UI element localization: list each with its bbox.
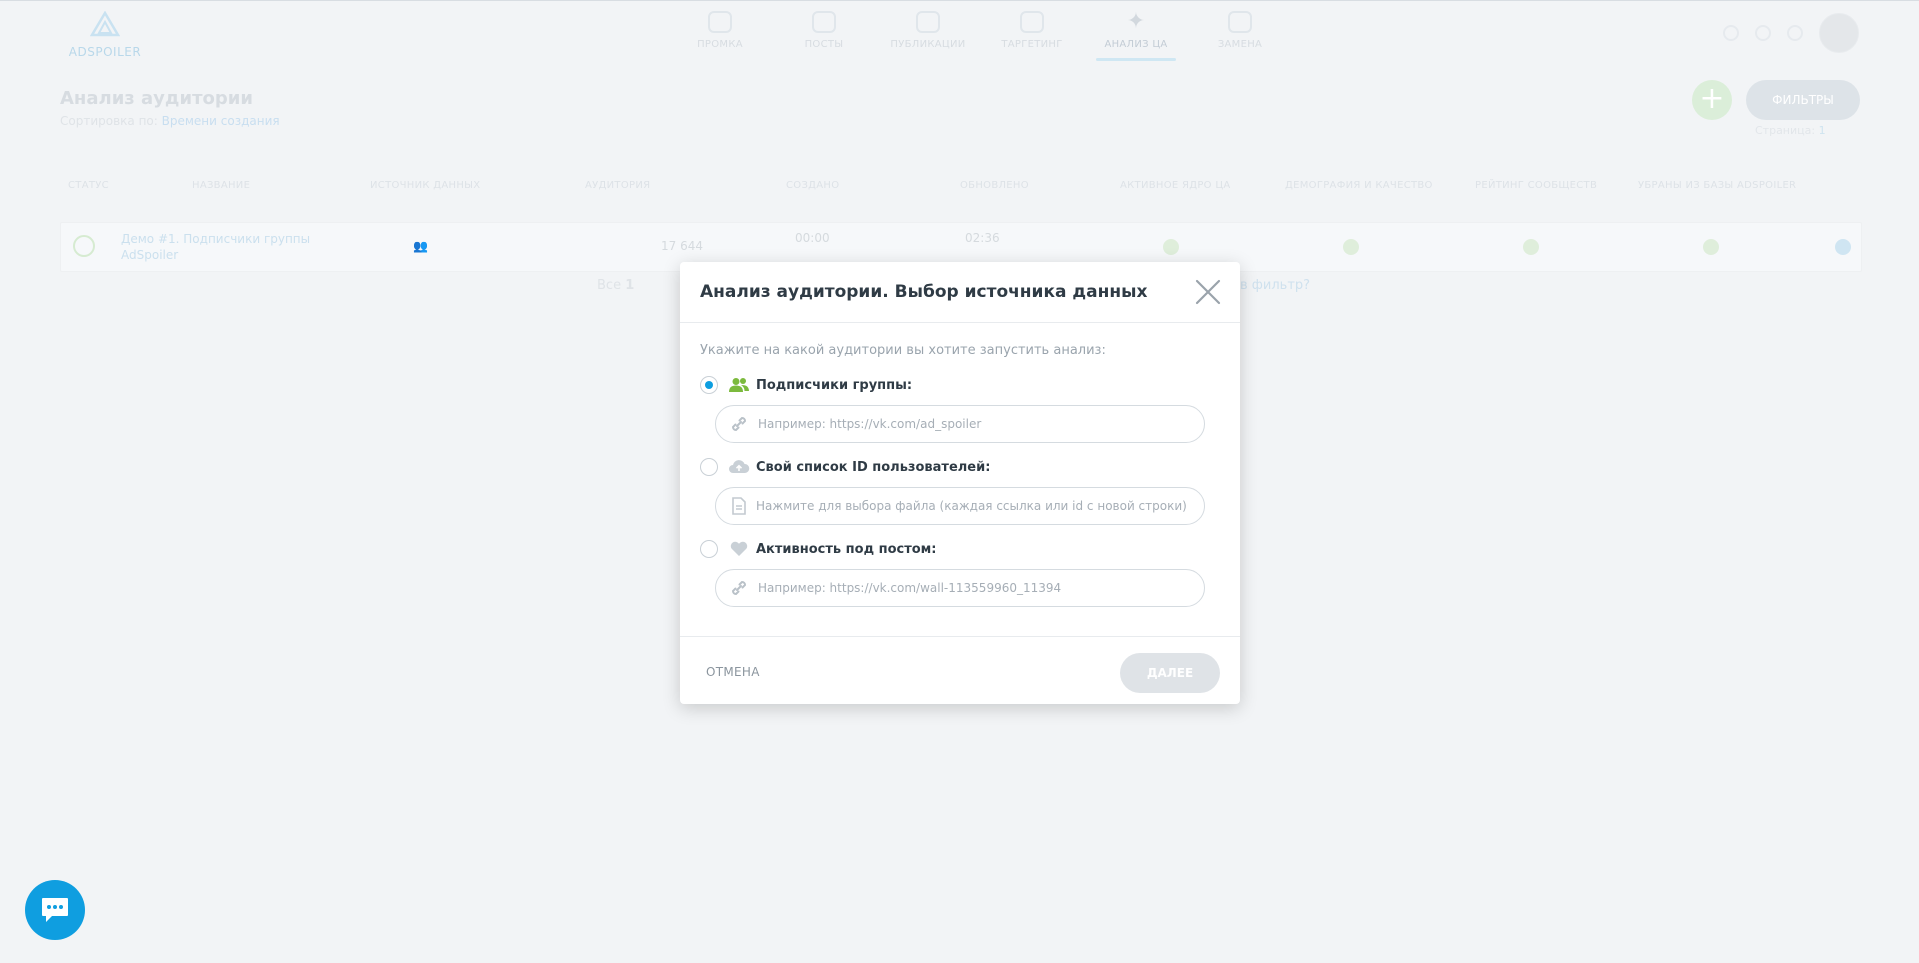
top-bar: ADSPOILER ПРОМКА ПОСТЫ ПУБЛИКАЦИИ ТАРГЕТ…	[0, 0, 1919, 71]
footer-link[interactable]: в фильтр?	[1240, 278, 1310, 293]
sort-selector[interactable]: Сортировка по: Времени создания	[60, 114, 280, 128]
chat-button[interactable]	[25, 880, 85, 940]
option-user-id-list[interactable]: Свой список ID пользователей:	[700, 457, 990, 477]
radio-post-activity[interactable]	[700, 540, 718, 558]
nav-item-posts[interactable]: ПОСТЫ	[772, 11, 876, 59]
link-icon	[728, 414, 750, 434]
table-footer: Все 1	[597, 278, 634, 293]
link-icon	[728, 578, 750, 598]
file-select-placeholder: Нажмите для выбора файла (каждая ссылка …	[756, 499, 1187, 513]
users-icon	[728, 376, 750, 394]
header-created[interactable]: СОЗДАНО	[786, 180, 839, 191]
pagination-label: Страница: 1	[1755, 124, 1826, 137]
file-icon	[728, 497, 750, 515]
nav-item-replace[interactable]: ЗАМЕНА	[1188, 11, 1292, 59]
header-core[interactable]: АКТИВНОЕ ЯДРО ЦА	[1120, 180, 1231, 191]
radio-user-id-list[interactable]	[700, 458, 718, 476]
logo-icon	[89, 10, 121, 37]
page-title: Анализ аудитории	[60, 88, 253, 109]
modal-footer: ОТМЕНА ДАЛЕЕ	[680, 637, 1240, 705]
chat-bubble-icon	[42, 898, 68, 922]
add-button[interactable]: +	[1692, 80, 1732, 120]
option-post-activity[interactable]: Активность под постом:	[700, 539, 937, 559]
pages-prefix: Страница:	[1755, 124, 1816, 137]
row-name-line2[interactable]: AdSpoiler	[121, 248, 178, 262]
heart-icon	[728, 540, 750, 558]
option-label-post-activity: Активность под постом:	[756, 541, 937, 557]
header-source[interactable]: ИСТОЧНИК ДАННЫХ	[370, 180, 480, 191]
modal-prompt: Укажите на какой аудитории вы хотите зап…	[700, 343, 1106, 358]
next-button[interactable]: ДАЛЕЕ	[1120, 653, 1220, 693]
avatar[interactable]	[1819, 13, 1859, 53]
info-icon[interactable]	[1835, 239, 1851, 255]
header-updated[interactable]: ОБНОВЛЕНО	[960, 180, 1029, 191]
modal-header: Анализ аудитории. Выбор источника данных	[680, 262, 1240, 323]
modal-body: Укажите на какой аудитории вы хотите зап…	[680, 323, 1240, 637]
group-url-input[interactable]	[756, 416, 1192, 432]
core-check-icon	[1163, 239, 1179, 255]
nav-item-targeting[interactable]: ТАРГЕТИНГ	[980, 11, 1084, 59]
demography-check-icon	[1343, 239, 1359, 255]
footer-prefix: Все	[597, 278, 622, 293]
post-url-input[interactable]	[756, 580, 1192, 596]
main-nav: ПРОМКА ПОСТЫ ПУБЛИКАЦИИ ТАРГЕТИНГ ✦ АНАЛИ…	[668, 9, 1292, 61]
row-name-line1[interactable]: Демо #1. Подписчики группы	[121, 232, 310, 246]
modal-title: Анализ аудитории. Выбор источника данных	[700, 282, 1148, 302]
row-updated: 02:36	[965, 231, 1000, 245]
promka-icon	[708, 11, 732, 33]
topbar-right	[1723, 13, 1859, 53]
header-demography[interactable]: ДЕМОГРАФИЯ И КАЧЕСТВО	[1285, 180, 1433, 191]
nav-item-publications[interactable]: ПУБЛИКАЦИИ	[876, 11, 980, 59]
replace-icon	[1228, 11, 1252, 33]
header-communities[interactable]: РЕЙТИНГ СООБЩЕСТВ	[1475, 180, 1597, 191]
radio-group-subscribers[interactable]	[700, 376, 718, 394]
publications-icon	[916, 11, 940, 33]
row-source-users-icon: 👥	[413, 239, 428, 253]
removed-check-icon	[1703, 239, 1719, 255]
close-icon[interactable]	[1194, 278, 1222, 306]
targeting-icon	[1020, 11, 1044, 33]
help-icon[interactable]	[1723, 25, 1739, 41]
file-select-field[interactable]: Нажмите для выбора файла (каждая ссылка …	[715, 487, 1205, 525]
cloud-upload-icon	[728, 458, 750, 476]
option-label-user-id-list: Свой список ID пользователей:	[756, 459, 991, 475]
header-status[interactable]: СТАТУС	[68, 180, 109, 191]
status-check-icon	[73, 235, 95, 257]
filters-button[interactable]: ФИЛЬТРЫ	[1746, 80, 1860, 120]
sort-value[interactable]: Времени создания	[162, 114, 280, 128]
option-group-subscribers[interactable]: Подписчики группы:	[700, 375, 912, 395]
row-created: 00:00	[795, 231, 830, 245]
footer-count: 1	[625, 278, 635, 293]
communities-check-icon	[1523, 239, 1539, 255]
magic-wand-icon: ✦	[1126, 9, 1146, 34]
pages-value[interactable]: 1	[1819, 124, 1826, 137]
data-source-modal: Анализ аудитории. Выбор источника данных…	[680, 262, 1240, 704]
nav-item-promka[interactable]: ПРОМКА	[668, 11, 772, 59]
sort-prefix: Сортировка по:	[60, 114, 158, 128]
logo-text: ADSPOILER	[68, 45, 142, 59]
header-name[interactable]: НАЗВАНИЕ	[192, 180, 250, 191]
table-header: СТАТУС НАЗВАНИЕ ИСТОЧНИК ДАННЫХ АУДИТОРИ…	[60, 180, 1860, 200]
header-audience[interactable]: АУДИТОРИЯ	[585, 180, 650, 191]
logo[interactable]: ADSPOILER	[60, 10, 150, 59]
settings-icon[interactable]	[1755, 25, 1771, 41]
nav-item-audience-analysis[interactable]: ✦ АНАЛИЗ ЦА	[1084, 9, 1188, 61]
group-url-field[interactable]	[715, 405, 1205, 443]
cancel-button[interactable]: ОТМЕНА	[706, 665, 760, 679]
notifications-icon[interactable]	[1787, 25, 1803, 41]
header-removed[interactable]: УБРАНЫ ИЗ БАЗЫ ADSPOILER	[1638, 180, 1796, 191]
post-url-field[interactable]	[715, 569, 1205, 607]
posts-icon	[812, 11, 836, 33]
row-audience: 17 644	[661, 239, 703, 253]
option-label-subscribers: Подписчики группы:	[756, 377, 913, 393]
